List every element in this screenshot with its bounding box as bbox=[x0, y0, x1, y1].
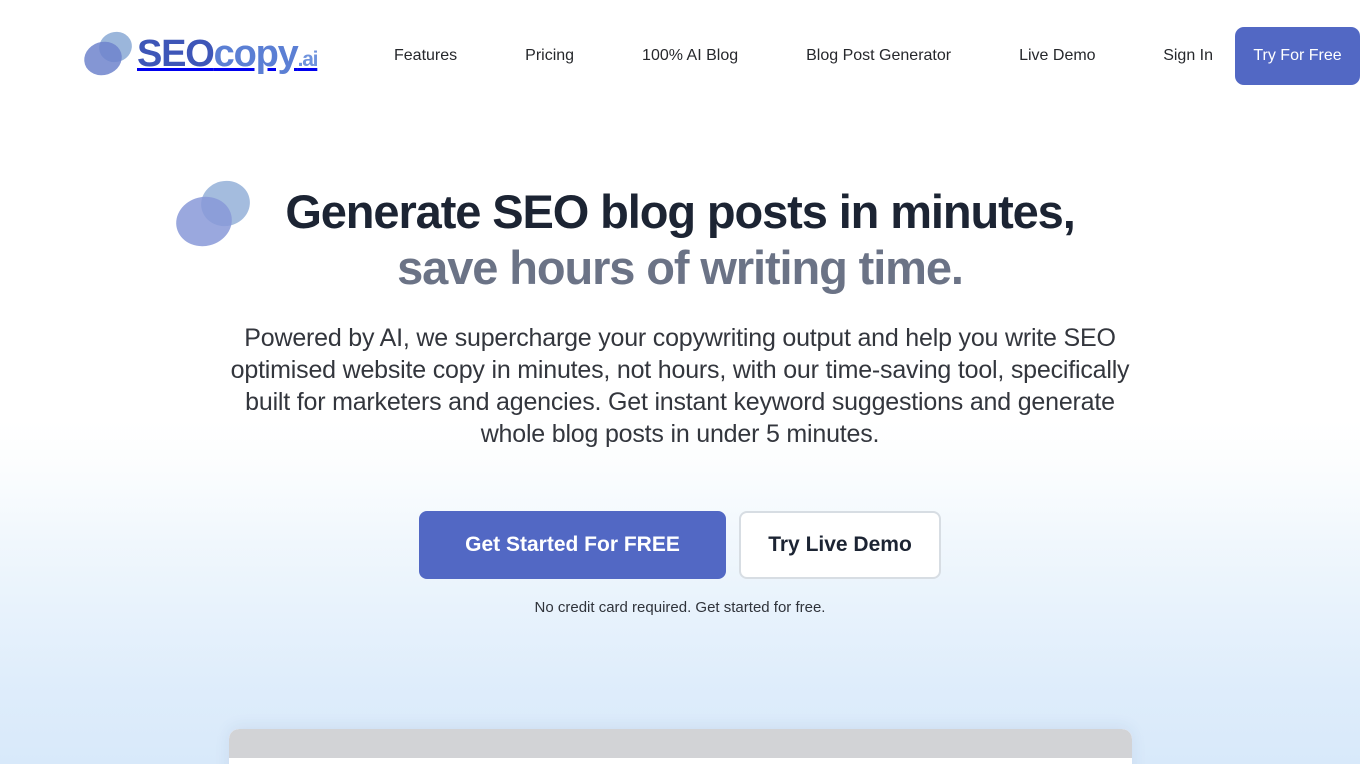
hero-fineprint: No credit card required. Get started for… bbox=[534, 599, 826, 616]
brand-wordmark-copy: copy bbox=[213, 33, 299, 75]
nav-item-100-ai-blog[interactable]: 100% AI Blog bbox=[608, 47, 772, 65]
brand-wordmark: SEOcopy.ai bbox=[137, 33, 319, 75]
get-started-for-free-button[interactable]: Get Started For FREE bbox=[419, 511, 726, 579]
hero-title-line2: save hours of writing time. bbox=[397, 241, 964, 294]
hero-subtitle: Powered by AI, we supercharge your copyw… bbox=[230, 324, 1130, 448]
hero-title: Generate SEO blog posts in minutes, save… bbox=[180, 184, 1180, 296]
sign-in-link[interactable]: Sign In bbox=[1141, 47, 1235, 65]
header-actions: Sign In Try For Free bbox=[1141, 0, 1360, 111]
mockup-title-bar bbox=[229, 729, 1132, 758]
brand-wordmark-ai: .ai bbox=[297, 48, 319, 71]
primary-nav: Features Pricing 100% AI Blog Blog Post … bbox=[360, 0, 1130, 111]
hero-title-line1: Generate SEO blog posts in minutes, bbox=[285, 185, 1075, 238]
nav-item-pricing[interactable]: Pricing bbox=[491, 47, 608, 65]
mockup-viewport bbox=[229, 758, 1132, 764]
overlapping-circles-logo-icon bbox=[79, 27, 136, 81]
nav-item-features[interactable]: Features bbox=[360, 47, 491, 65]
hero-heading-wrap: Generate SEO blog posts in minutes, save… bbox=[170, 111, 1180, 296]
page-root: SEOcopy.ai Features Pricing 100% AI Blog… bbox=[0, 0, 1360, 764]
nav-item-blog-post-generator[interactable]: Blog Post Generator bbox=[772, 47, 985, 65]
product-screenshot-mockup bbox=[229, 729, 1132, 764]
header-inner: SEOcopy.ai Features Pricing 100% AI Blog… bbox=[0, 0, 1360, 111]
try-live-demo-button[interactable]: Try Live Demo bbox=[739, 511, 941, 579]
nav-item-live-demo[interactable]: Live Demo bbox=[985, 47, 1129, 65]
brand-wordmark-seo: SEO bbox=[137, 33, 215, 75]
try-for-free-button[interactable]: Try For Free bbox=[1235, 26, 1360, 85]
brand-logo[interactable]: SEOcopy.ai bbox=[79, 26, 319, 82]
hero-section: Generate SEO blog posts in minutes, save… bbox=[0, 111, 1360, 616]
hero-cta-row: Get Started For FREE Try Live Demo bbox=[0, 511, 1360, 579]
site-header: SEOcopy.ai Features Pricing 100% AI Blog… bbox=[0, 0, 1360, 111]
